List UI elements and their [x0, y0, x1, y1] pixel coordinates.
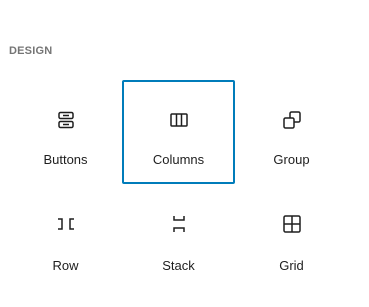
block-item-columns[interactable]: Columns: [122, 80, 235, 184]
block-item-buttons[interactable]: Buttons: [9, 80, 122, 184]
buttons-icon: [54, 108, 78, 132]
block-item-grid[interactable]: Grid: [235, 184, 348, 288]
block-label: Columns: [152, 152, 205, 167]
block-grid: Buttons Columns Group Row Stack Grid: [9, 80, 348, 288]
block-label: Group: [273, 152, 310, 167]
section-title: DESIGN: [9, 45, 53, 57]
block-inserter-panel: DESIGN Buttons Columns Group Row Stack G…: [0, 0, 369, 307]
block-label: Row: [52, 258, 79, 273]
block-item-stack[interactable]: Stack: [122, 184, 235, 288]
block-label: Grid: [279, 258, 304, 273]
group-icon: [280, 108, 304, 132]
block-label: Stack: [162, 258, 195, 273]
columns-icon: [167, 108, 191, 132]
grid-icon: [280, 212, 304, 236]
row-icon: [54, 212, 78, 236]
block-label: Buttons: [43, 152, 88, 167]
stack-icon: [167, 212, 191, 236]
block-item-group[interactable]: Group: [235, 80, 348, 184]
block-item-row[interactable]: Row: [9, 184, 122, 288]
